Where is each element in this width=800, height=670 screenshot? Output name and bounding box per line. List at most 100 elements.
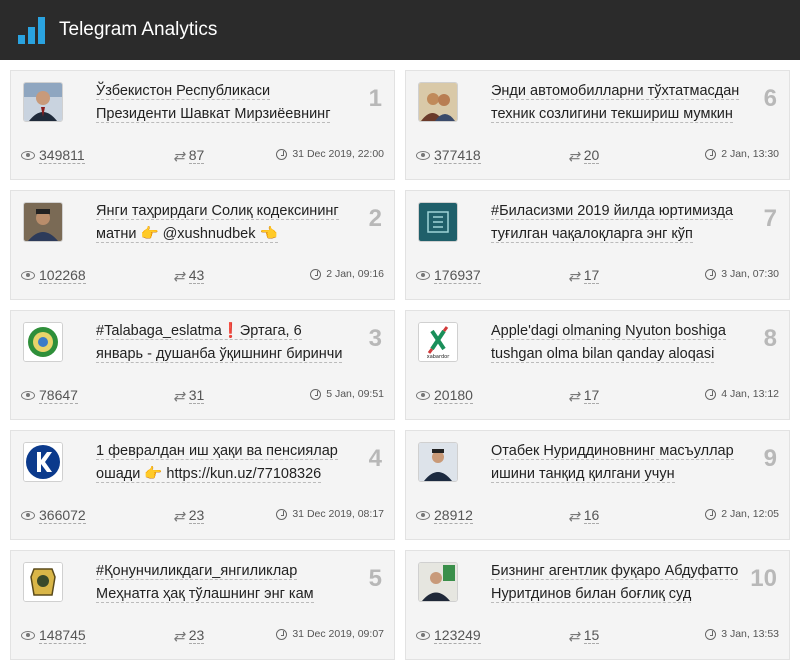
reposts-count[interactable]: ⇄ 16 bbox=[568, 507, 600, 524]
eye-icon bbox=[416, 271, 430, 280]
clock-icon bbox=[276, 148, 288, 160]
post-date: 2 Jan, 13:30 bbox=[705, 148, 779, 160]
repost-icon: ⇄ bbox=[173, 507, 185, 524]
post-card[interactable]: Отабек Нуриддиновнинг масъуллар ишини та… bbox=[405, 430, 790, 540]
top-bar: Telegram Analytics bbox=[0, 0, 800, 60]
post-title[interactable]: Apple'dagi olmaning Nyuton boshiga tushg… bbox=[491, 320, 753, 366]
post-title[interactable]: 1 февралдан иш ҳақи ва пенсиялар ошади 👉… bbox=[96, 440, 358, 486]
post-rank: 8 bbox=[763, 325, 777, 352]
views-count[interactable]: 366072 bbox=[21, 507, 86, 524]
repost-icon: ⇄ bbox=[173, 267, 185, 284]
clock-icon bbox=[705, 148, 717, 160]
reposts-count[interactable]: ⇄ 17 bbox=[568, 387, 600, 404]
views-count[interactable]: 349811 bbox=[21, 147, 85, 164]
repost-icon: ⇄ bbox=[568, 627, 580, 644]
post-thumbnail[interactable] bbox=[23, 562, 63, 602]
reposts-count[interactable]: ⇄ 15 bbox=[568, 627, 600, 644]
views-count[interactable]: 176937 bbox=[416, 267, 481, 284]
clock-icon bbox=[705, 388, 717, 400]
post-date: 5 Jan, 09:51 bbox=[310, 388, 384, 400]
app-title[interactable]: Telegram Analytics bbox=[59, 19, 217, 41]
post-card[interactable]: Янги таҳрирдаги Солиқ кодексининг матни … bbox=[10, 190, 395, 300]
svg-text:xabardor: xabardor bbox=[427, 354, 450, 360]
post-title[interactable]: Бизнинг агентлик фуқаро Абдуфатто Нуритд… bbox=[491, 560, 753, 606]
post-card[interactable]: Энди автомобилларни тўхтатмасдан техник … bbox=[405, 70, 790, 180]
post-rank: 4 bbox=[368, 445, 382, 472]
eye-icon bbox=[21, 151, 35, 160]
post-rank: 3 bbox=[368, 325, 382, 352]
post-title[interactable]: Ўзбекистон Республикаси Президенти Шавка… bbox=[96, 80, 358, 126]
eye-icon bbox=[416, 151, 430, 160]
views-count[interactable]: 78647 bbox=[21, 387, 78, 404]
repost-icon: ⇄ bbox=[173, 147, 185, 164]
bar-chart-logo-icon bbox=[18, 16, 45, 44]
post-thumbnail[interactable]: xabardor bbox=[418, 322, 458, 362]
eye-icon bbox=[416, 391, 430, 400]
eye-icon bbox=[21, 271, 35, 280]
post-card[interactable]: Ўзбекистон Республикаси Президенти Шавка… bbox=[10, 70, 395, 180]
post-thumbnail[interactable] bbox=[418, 442, 458, 482]
reposts-count[interactable]: ⇄ 17 bbox=[568, 267, 600, 284]
post-title[interactable]: #Talabaga_eslatma❗Эртага, 6 январь - душ… bbox=[96, 320, 358, 366]
repost-icon: ⇄ bbox=[568, 147, 580, 164]
eye-icon bbox=[21, 511, 35, 520]
post-thumbnail[interactable] bbox=[418, 562, 458, 602]
clock-icon bbox=[276, 628, 288, 640]
post-card[interactable]: #Қонунчиликдаги_янгиликлар Меҳнатга ҳақ … bbox=[10, 550, 395, 660]
eye-icon bbox=[416, 631, 430, 640]
post-thumbnail[interactable] bbox=[23, 322, 63, 362]
eye-icon bbox=[21, 631, 35, 640]
post-card[interactable]: 1 февралдан иш ҳақи ва пенсиялар ошади 👉… bbox=[10, 430, 395, 540]
repost-icon: ⇄ bbox=[568, 267, 580, 284]
views-count[interactable]: 123249 bbox=[416, 627, 481, 644]
post-date: 31 Dec 2019, 09:07 bbox=[276, 628, 384, 640]
clock-icon bbox=[705, 508, 717, 520]
post-rank: 6 bbox=[763, 85, 777, 112]
post-card[interactable]: #Talabaga_eslatma❗Эртага, 6 январь - душ… bbox=[10, 310, 395, 420]
post-title[interactable]: #Биласизми 2019 йилда юртимизда туғилган… bbox=[491, 200, 753, 246]
reposts-count[interactable]: ⇄ 23 bbox=[173, 507, 205, 524]
eye-icon bbox=[21, 391, 35, 400]
post-date: 31 Dec 2019, 22:00 bbox=[276, 148, 384, 160]
reposts-count[interactable]: ⇄ 31 bbox=[173, 387, 205, 404]
views-count[interactable]: 20180 bbox=[416, 387, 473, 404]
post-title[interactable]: Янги таҳрирдаги Солиқ кодексининг матни … bbox=[96, 200, 358, 246]
repost-icon: ⇄ bbox=[568, 507, 580, 524]
reposts-count[interactable]: ⇄ 23 bbox=[173, 627, 205, 644]
post-card[interactable]: Бизнинг агентлик фуқаро Абдуфатто Нуритд… bbox=[405, 550, 790, 660]
post-thumbnail[interactable] bbox=[418, 82, 458, 122]
reposts-count[interactable]: ⇄ 20 bbox=[568, 147, 600, 164]
post-rank: 7 bbox=[763, 205, 777, 232]
post-rank: 10 bbox=[750, 565, 777, 592]
repost-icon: ⇄ bbox=[568, 387, 580, 404]
views-count[interactable]: 102268 bbox=[21, 267, 86, 284]
post-thumbnail[interactable] bbox=[23, 82, 63, 122]
views-count[interactable]: 377418 bbox=[416, 147, 481, 164]
post-title[interactable]: #Қонунчиликдаги_янгиликлар Меҳнатга ҳақ … bbox=[96, 560, 358, 606]
post-thumbnail[interactable] bbox=[23, 442, 63, 482]
clock-icon bbox=[310, 268, 322, 280]
post-date: 2 Jan, 12:05 bbox=[705, 508, 779, 520]
reposts-count[interactable]: ⇄ 87 bbox=[173, 147, 205, 164]
post-rank: 9 bbox=[763, 445, 777, 472]
views-count[interactable]: 148745 bbox=[21, 627, 86, 644]
repost-icon: ⇄ bbox=[173, 627, 185, 644]
clock-icon bbox=[705, 268, 717, 280]
post-rank: 1 bbox=[368, 85, 382, 112]
post-card[interactable]: #Биласизми 2019 йилда юртимизда туғилган… bbox=[405, 190, 790, 300]
post-date: 31 Dec 2019, 08:17 bbox=[276, 508, 384, 520]
post-title[interactable]: Отабек Нуриддиновнинг масъуллар ишини та… bbox=[491, 440, 753, 486]
post-thumbnail[interactable] bbox=[23, 202, 63, 242]
post-title[interactable]: Энди автомобилларни тўхтатмасдан техник … bbox=[491, 80, 753, 126]
reposts-count[interactable]: ⇄ 43 bbox=[173, 267, 205, 284]
post-thumbnail[interactable] bbox=[418, 202, 458, 242]
post-date: 3 Jan, 13:53 bbox=[705, 628, 779, 640]
post-date: 2 Jan, 09:16 bbox=[310, 268, 384, 280]
post-card[interactable]: xabardor Apple'dagi olmaning Nyuton bosh… bbox=[405, 310, 790, 420]
post-rank: 5 bbox=[368, 565, 382, 592]
post-date: 4 Jan, 13:12 bbox=[705, 388, 779, 400]
repost-icon: ⇄ bbox=[173, 387, 185, 404]
post-rank: 2 bbox=[368, 205, 382, 232]
clock-icon bbox=[310, 388, 322, 400]
views-count[interactable]: 28912 bbox=[416, 507, 473, 524]
